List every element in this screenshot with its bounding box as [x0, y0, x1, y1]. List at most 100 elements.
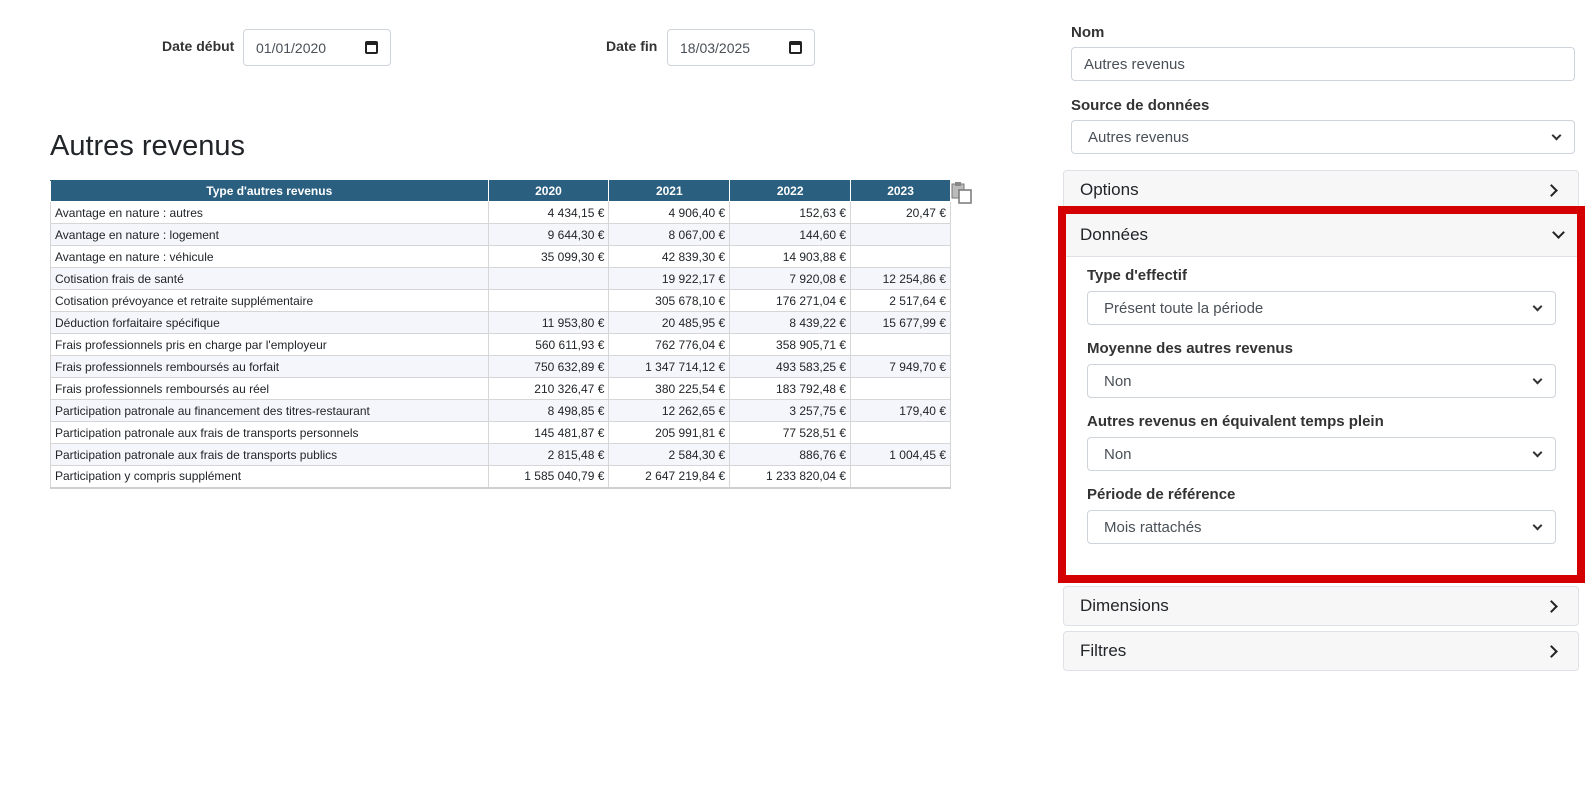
column-header[interactable]: 2020 — [487, 180, 610, 202]
value-cell: 179,40 € — [850, 399, 951, 422]
value-cell: 11 953,80 € — [487, 311, 610, 334]
value-cell: 210 326,47 € — [487, 377, 610, 400]
row-label-cell: Avantage en nature : autres — [50, 201, 489, 224]
row-label-cell: Participation patronale aux frais de tra… — [50, 421, 489, 444]
row-label-cell: Cotisation prévoyance et retraite supplé… — [50, 289, 489, 312]
chevron-down-icon — [1532, 374, 1543, 384]
value-cell: 15 677,99 € — [850, 311, 951, 334]
chevron-down-icon — [1532, 520, 1543, 530]
date-debut-input[interactable]: 01/01/2020 — [243, 29, 391, 66]
chevron-down-icon — [1532, 301, 1543, 311]
value-cell: 750 632,89 € — [487, 355, 610, 378]
value-cell: 2 815,48 € — [487, 443, 610, 466]
type-effectif-value: Présent toute la période — [1104, 299, 1264, 317]
chevron-down-icon — [1551, 130, 1562, 140]
value-cell — [850, 421, 951, 444]
donnees-header[interactable]: Données — [1066, 214, 1577, 257]
nom-value: Autres revenus — [1084, 55, 1185, 73]
value-cell: 8 067,00 € — [608, 223, 731, 246]
value-cell — [487, 267, 610, 290]
value-cell: 42 839,30 € — [608, 245, 731, 268]
value-cell: 7 949,70 € — [850, 355, 951, 378]
column-header[interactable]: 2023 — [850, 180, 951, 202]
value-cell: 1 347 714,12 € — [608, 355, 731, 378]
value-cell: 7 920,08 € — [729, 267, 852, 290]
value-cell: 14 903,88 € — [729, 245, 852, 268]
dimensions-section[interactable]: Dimensions — [1063, 586, 1579, 626]
nom-input[interactable]: Autres revenus — [1071, 47, 1575, 81]
source-value: Autres revenus — [1088, 128, 1189, 146]
calendar-icon[interactable] — [365, 41, 378, 54]
periode-select[interactable]: Mois rattachés — [1087, 510, 1556, 544]
row-label-cell: Frais professionnels remboursés au forfa… — [50, 355, 489, 378]
value-cell: 762 776,04 € — [608, 333, 731, 356]
column-header[interactable]: Type d'autres revenus — [50, 180, 489, 202]
table-row: Frais professionnels remboursés au forfa… — [50, 355, 951, 378]
value-cell: 145 481,87 € — [487, 421, 610, 444]
row-label-cell: Frais professionnels pris en charge par … — [50, 333, 489, 356]
chevron-down-icon — [1532, 447, 1543, 457]
row-label-cell: Déduction forfaitaire spécifique — [50, 311, 489, 334]
value-cell: 12 262,65 € — [608, 399, 731, 422]
revenus-table: Type d'autres revenus 2020 2021 2022 202… — [50, 180, 951, 489]
type-effectif-select[interactable]: Présent toute la période — [1087, 291, 1556, 325]
row-label-cell: Frais professionnels remboursés au réel — [50, 377, 489, 400]
value-cell: 380 225,54 € — [608, 377, 731, 400]
value-cell — [850, 377, 951, 400]
options-section[interactable]: Options — [1063, 170, 1579, 210]
table-row: Participation patronale aux frais de tra… — [50, 443, 951, 466]
value-cell: 2 647 219,84 € — [608, 465, 731, 489]
value-cell: 560 611,93 € — [487, 333, 610, 356]
value-cell: 886,76 € — [729, 443, 852, 466]
row-label-cell: Participation patronale aux frais de tra… — [50, 443, 489, 466]
moyenne-value: Non — [1104, 372, 1132, 390]
value-cell: 2 584,30 € — [608, 443, 731, 466]
source-select[interactable]: Autres revenus — [1071, 120, 1575, 154]
value-cell — [850, 245, 951, 268]
row-label-cell: Cotisation frais de santé — [50, 267, 489, 290]
etp-select[interactable]: Non — [1087, 437, 1556, 471]
value-cell — [850, 223, 951, 246]
page-title: Autres revenus — [50, 130, 246, 162]
etp-label: Autres revenus en équivalent temps plein — [1087, 413, 1384, 430]
value-cell: 19 922,17 € — [608, 267, 731, 290]
row-label-cell: Participation y compris supplément — [50, 465, 489, 489]
table-row: Avantage en nature : autres 4 434,15 €4 9… — [50, 201, 951, 224]
source-label: Source de données — [1071, 97, 1210, 114]
type-effectif-label: Type d'effectif — [1087, 267, 1187, 284]
table-row: Participation patronale aux frais de tra… — [50, 421, 951, 444]
chevron-right-icon — [1545, 644, 1558, 658]
date-fin-input[interactable]: 18/03/2025 — [667, 29, 815, 66]
value-cell — [487, 289, 610, 312]
filtres-section[interactable]: Filtres — [1063, 631, 1579, 671]
nom-label: Nom — [1071, 24, 1105, 41]
table-row: Frais professionnels remboursés au réel 2… — [50, 377, 951, 400]
table-row: Cotisation frais de santé 19 922,17 €7 92… — [50, 267, 951, 290]
etp-value: Non — [1104, 445, 1132, 463]
table-row: Déduction forfaitaire spécifique 11 953,8… — [50, 311, 951, 334]
table-row: Participation y compris supplément 1 585 … — [50, 465, 951, 489]
copy-icon[interactable] — [951, 182, 973, 204]
table-row: Avantage en nature : véhicule 35 099,30 €… — [50, 245, 951, 268]
value-cell: 176 271,04 € — [729, 289, 852, 312]
calendar-icon[interactable] — [789, 41, 802, 54]
date-debut-value: 01/01/2020 — [256, 39, 327, 56]
row-label-cell: Avantage en nature : logement — [50, 223, 489, 246]
value-cell: 4 434,15 € — [487, 201, 610, 224]
row-label-cell: Participation patronale au financement d… — [50, 399, 489, 422]
date-fin-label: Date fin — [606, 38, 658, 54]
filtres-title: Filtres — [1080, 641, 1127, 660]
value-cell: 3 257,75 € — [729, 399, 852, 422]
table-header-row: Type d'autres revenus 2020 2021 2022 202… — [50, 180, 951, 202]
table-row: Cotisation prévoyance et retraite supplé… — [50, 289, 951, 312]
moyenne-select[interactable]: Non — [1087, 364, 1556, 398]
column-header[interactable]: 2021 — [608, 180, 731, 202]
value-cell: 35 099,30 € — [487, 245, 610, 268]
value-cell: 2 517,64 € — [850, 289, 951, 312]
value-cell: 1 004,45 € — [850, 443, 951, 466]
table-row: Avantage en nature : logement 9 644,30 €8… — [50, 223, 951, 246]
chevron-down-icon — [1552, 226, 1565, 239]
value-cell: 152,63 € — [729, 201, 852, 224]
value-cell: 493 583,25 € — [729, 355, 852, 378]
column-header[interactable]: 2022 — [729, 180, 852, 202]
